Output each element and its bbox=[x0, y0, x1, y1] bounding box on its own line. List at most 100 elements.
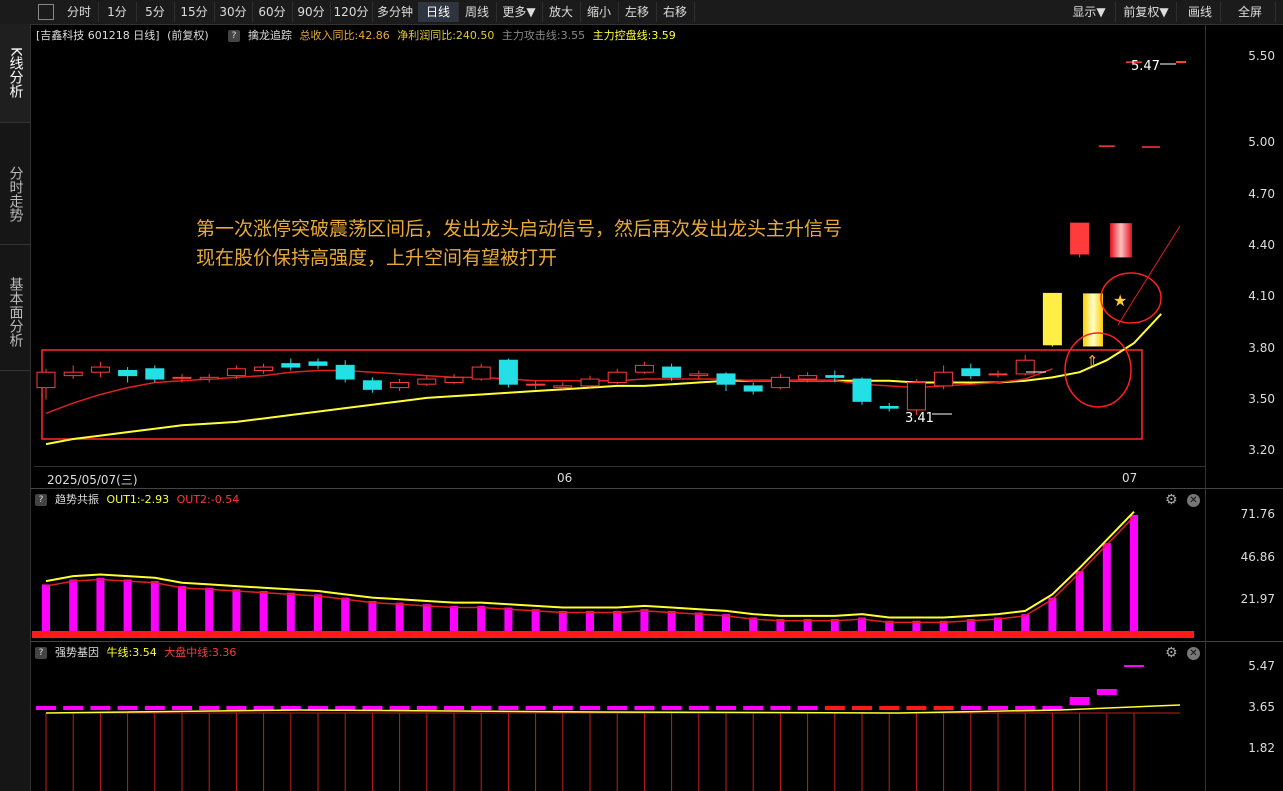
gene-bar bbox=[580, 706, 600, 710]
gene-bar bbox=[797, 706, 818, 710]
panel3-separator bbox=[30, 641, 1283, 642]
candle-body bbox=[335, 364, 355, 380]
trend-bar bbox=[150, 581, 159, 634]
trend-bar bbox=[314, 594, 322, 634]
trend-bar bbox=[232, 589, 241, 634]
candle-body bbox=[254, 366, 274, 371]
trend-bar bbox=[1102, 543, 1111, 634]
candle-body bbox=[90, 366, 110, 373]
help-icon[interactable]: ? bbox=[35, 494, 47, 506]
gene-bar bbox=[716, 706, 736, 710]
candle-body bbox=[553, 385, 573, 389]
panel3-tick: 3.65 bbox=[1248, 700, 1275, 714]
gene-bar bbox=[1096, 689, 1117, 695]
help-icon[interactable]: ? bbox=[35, 647, 47, 659]
gene-bar bbox=[661, 706, 682, 710]
trend-bar bbox=[368, 600, 377, 634]
gene-bar bbox=[90, 706, 111, 710]
candle-body bbox=[444, 376, 464, 383]
gene-bar bbox=[335, 706, 356, 710]
limit-up-candle bbox=[1110, 223, 1132, 258]
candle-body bbox=[662, 366, 682, 378]
trend-bar bbox=[613, 610, 622, 634]
gene-bar bbox=[988, 706, 1008, 710]
candle-body bbox=[934, 371, 954, 387]
candle-body bbox=[988, 373, 1008, 376]
gene-bar bbox=[933, 706, 954, 710]
gene-bar bbox=[444, 706, 464, 710]
trend-bar bbox=[341, 597, 350, 634]
trend-bar bbox=[1130, 515, 1138, 634]
candle-body bbox=[1070, 222, 1090, 255]
panel3-info: 强势基因 牛线:3.54 大盘中线:3.36 bbox=[55, 645, 236, 661]
gene-bar bbox=[226, 706, 247, 710]
settings-gear-icon[interactable]: ⚙ bbox=[1165, 493, 1179, 507]
gene-bar bbox=[498, 706, 519, 710]
panel2-tick: 46.86 bbox=[1240, 550, 1275, 564]
candle-body bbox=[36, 371, 56, 389]
candle-body bbox=[281, 363, 301, 368]
gene-bar bbox=[607, 706, 628, 710]
gene-bar bbox=[1015, 706, 1036, 710]
candle-body bbox=[716, 373, 736, 385]
close-icon[interactable]: ✕ bbox=[1187, 647, 1200, 660]
settings-gear-icon[interactable]: ⚙ bbox=[1165, 646, 1179, 660]
limit-up-candle bbox=[1083, 293, 1103, 347]
gene-bar bbox=[824, 706, 845, 710]
candle-body bbox=[526, 383, 546, 386]
panel2-tick: 71.76 bbox=[1240, 507, 1275, 521]
panel2-out2: OUT2:-0.54 bbox=[176, 493, 240, 506]
candle-body bbox=[308, 361, 328, 366]
trend-bar bbox=[531, 609, 540, 634]
gene-bar bbox=[144, 706, 165, 710]
candle-body bbox=[852, 378, 872, 402]
candle-body bbox=[417, 378, 437, 385]
candle-body bbox=[798, 375, 818, 380]
candlestick-chart[interactable]: ★⇑ bbox=[0, 0, 1283, 791]
panel2-out1: OUT1:-2.93 bbox=[106, 493, 170, 506]
candle-body bbox=[199, 376, 219, 380]
gene-bar bbox=[36, 706, 56, 710]
candle-body bbox=[580, 378, 600, 387]
high-price-label: 5.47 bbox=[1131, 59, 1160, 74]
gene-bar bbox=[552, 706, 573, 710]
gene-bar bbox=[172, 706, 192, 710]
panel3-market-line: 大盘中线:3.36 bbox=[164, 646, 237, 659]
candle-body bbox=[471, 366, 491, 380]
candle-body bbox=[172, 376, 192, 379]
trend-bar bbox=[667, 610, 676, 634]
candle-body bbox=[145, 368, 165, 380]
low-price-label: 3.41 bbox=[905, 411, 934, 426]
panel2-info: 趋势共振 OUT1:-2.93 OUT2:-0.54 bbox=[55, 492, 239, 508]
trend-bar bbox=[286, 592, 295, 634]
panel3-name[interactable]: 强势基因 bbox=[55, 646, 99, 659]
candle-body bbox=[226, 368, 246, 377]
gene-bar bbox=[634, 706, 655, 710]
candle-body bbox=[770, 376, 790, 389]
gene-bar bbox=[117, 706, 138, 710]
candle-body bbox=[743, 385, 763, 392]
candle-body bbox=[634, 364, 654, 373]
rocket-icon: ⇑ bbox=[1086, 352, 1099, 370]
gene-bar bbox=[199, 706, 220, 710]
candle-body bbox=[498, 359, 518, 385]
close-icon[interactable]: ✕ bbox=[1187, 494, 1200, 507]
gene-bar bbox=[416, 706, 437, 710]
panel2-name[interactable]: 趋势共振 bbox=[55, 493, 99, 506]
gene-bar bbox=[1069, 697, 1090, 705]
trend-bar bbox=[422, 604, 431, 634]
trend-bar bbox=[69, 579, 78, 634]
trend-bar bbox=[586, 610, 594, 634]
trend-bar bbox=[558, 610, 567, 634]
gene-bar bbox=[525, 706, 546, 710]
gene-bar bbox=[1124, 665, 1144, 667]
panel3-tick: 1.82 bbox=[1248, 741, 1275, 755]
candle-body bbox=[607, 371, 627, 383]
gene-bar bbox=[362, 706, 383, 710]
gene-bar bbox=[688, 706, 709, 710]
trend-bar bbox=[477, 605, 486, 634]
star-icon: ★ bbox=[1113, 291, 1127, 310]
panel3-bull-line: 牛线:3.54 bbox=[106, 646, 157, 659]
panel2-tick: 21.97 bbox=[1240, 592, 1275, 606]
gene-bar bbox=[389, 706, 410, 710]
